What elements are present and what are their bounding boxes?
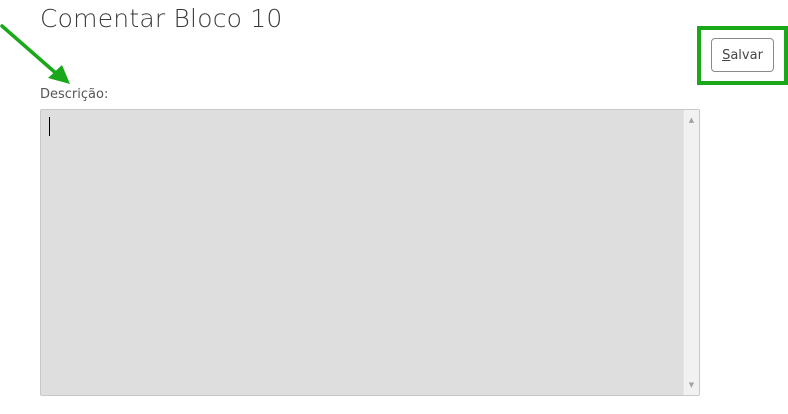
scroll-up-icon[interactable]: ▲ xyxy=(684,112,699,128)
text-caret xyxy=(49,117,50,136)
description-label: Descrição: xyxy=(40,87,109,102)
save-button[interactable]: Salvar xyxy=(711,38,774,72)
save-button-label: alvar xyxy=(730,47,763,63)
description-textarea[interactable] xyxy=(41,110,684,395)
textarea-scrollbar[interactable]: ▲ ▼ xyxy=(683,110,699,395)
save-button-accel: S xyxy=(722,47,731,63)
description-field-wrapper: ▲ ▼ xyxy=(40,109,700,396)
annotation-arrow-icon xyxy=(0,24,70,84)
scroll-down-icon[interactable]: ▼ xyxy=(684,377,699,393)
comment-block-page: Comentar Bloco 10 Salvar Descrição: ▲ ▼ xyxy=(0,0,788,414)
